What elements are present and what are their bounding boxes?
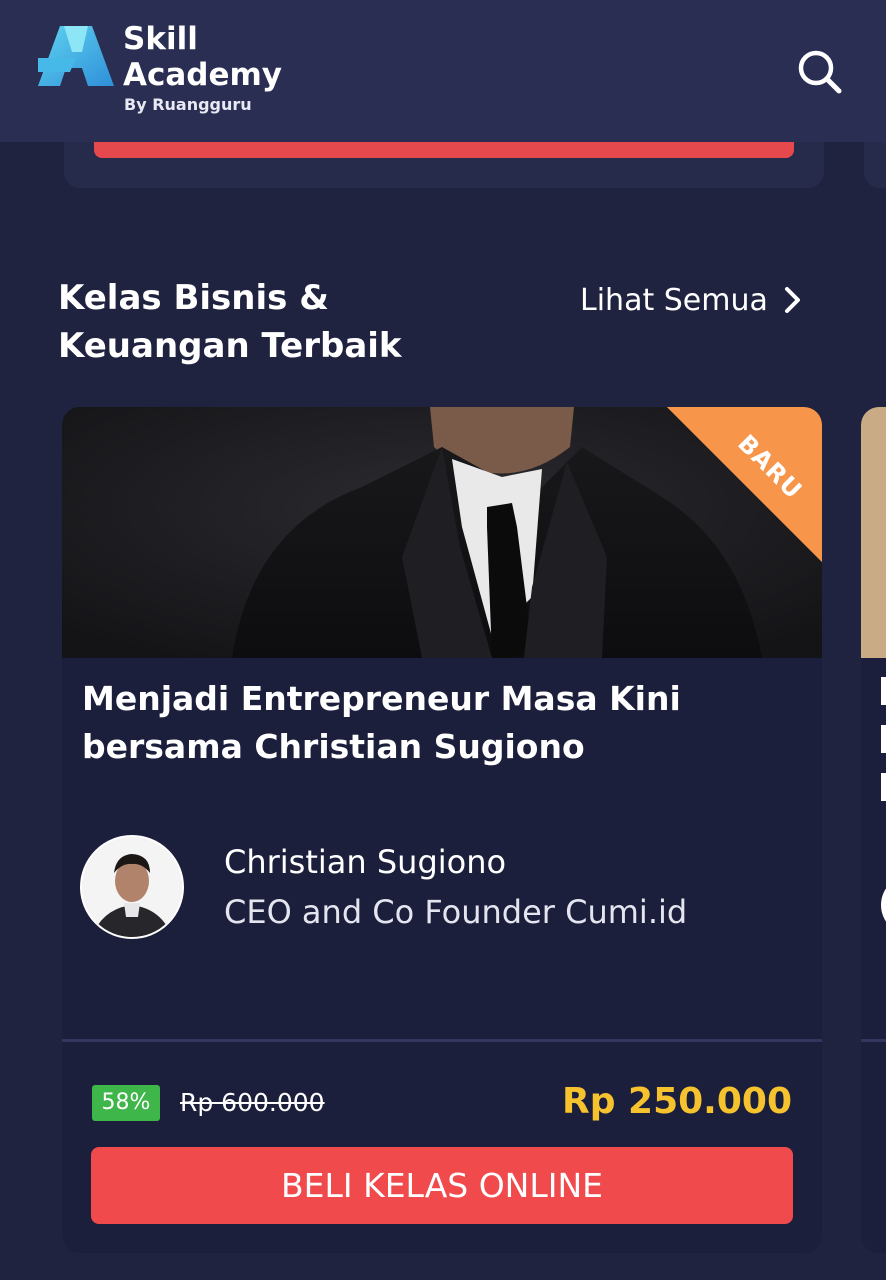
brand-name-line1: Skill xyxy=(123,21,198,57)
brand-byline: By Ruangguru xyxy=(124,95,252,114)
skill-academy-logo-icon[interactable] xyxy=(38,24,114,88)
next-course-avatar xyxy=(881,875,886,935)
section-title: Kelas Bisnis & Keuangan Terbaik xyxy=(58,278,402,366)
chevron-right-icon xyxy=(784,287,800,313)
next-course-title-fragment xyxy=(881,677,886,807)
current-price: Rp 250.000 xyxy=(562,1081,792,1122)
course-thumbnail[interactable]: BARU xyxy=(62,407,822,658)
brand-name-line2: Academy xyxy=(123,57,283,93)
new-ribbon: BARU xyxy=(667,407,822,562)
next-course-thumbnail xyxy=(861,407,886,658)
card-divider xyxy=(62,1039,822,1042)
discount-badge: 58% xyxy=(92,1085,160,1121)
course-title[interactable]: Menjadi Entrepreneur Masa Kini bersama C… xyxy=(82,675,782,771)
course-card[interactable]: BARU Menjadi Entrepreneur Masa Kini bers… xyxy=(62,407,822,1253)
app-header: Skill Academy By Ruangguru xyxy=(0,0,886,142)
instructor-name: Christian Sugiono xyxy=(224,843,507,881)
see-all-link[interactable]: Lihat Semua xyxy=(580,278,804,322)
next-course-card[interactable] xyxy=(861,407,886,1253)
previous-card-buy-button[interactable] xyxy=(94,140,794,158)
next-card-divider xyxy=(861,1039,886,1042)
original-price: Rp 600.000 xyxy=(180,1088,325,1117)
instructor-avatar xyxy=(80,835,184,939)
see-all-label: Lihat Semua xyxy=(580,282,768,318)
search-icon[interactable] xyxy=(792,44,846,98)
buy-course-button[interactable]: BELI KELAS ONLINE xyxy=(91,1147,793,1224)
instructor-role: CEO and Co Founder Cumi.id xyxy=(224,893,688,931)
instructor-photo xyxy=(82,837,182,937)
